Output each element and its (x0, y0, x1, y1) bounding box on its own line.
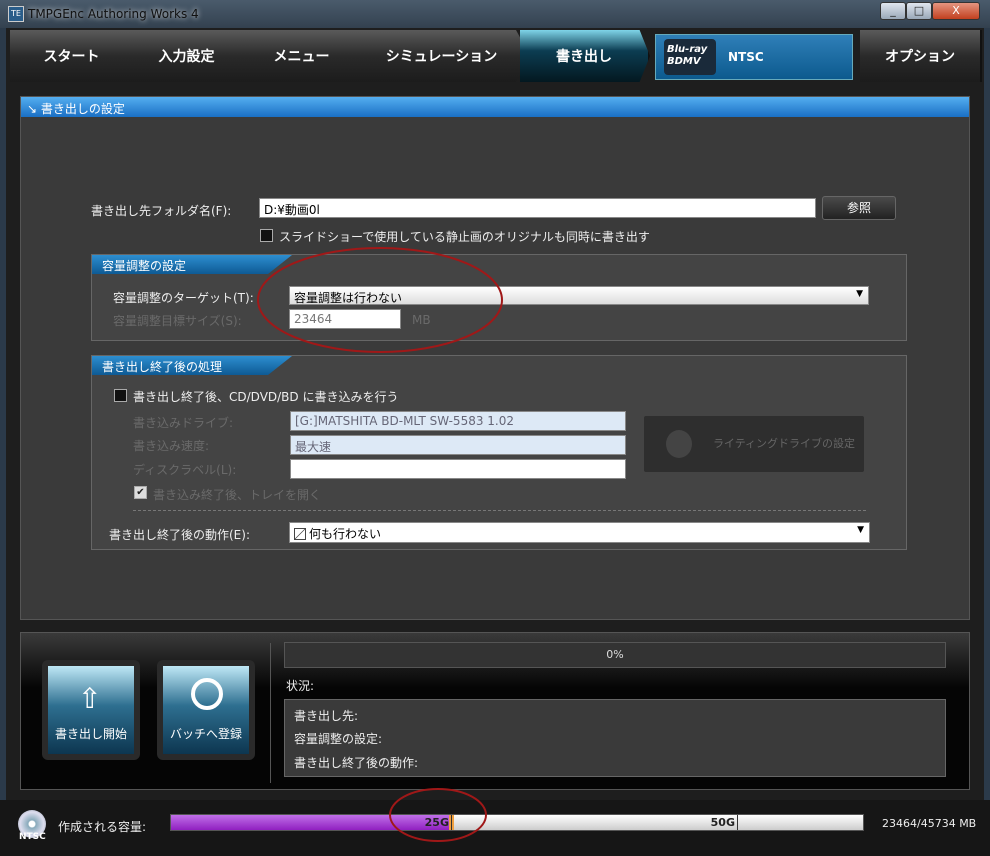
annotation-overlay (257, 247, 503, 842)
annotation-circle (389, 788, 487, 842)
annotation-circle (257, 247, 503, 353)
